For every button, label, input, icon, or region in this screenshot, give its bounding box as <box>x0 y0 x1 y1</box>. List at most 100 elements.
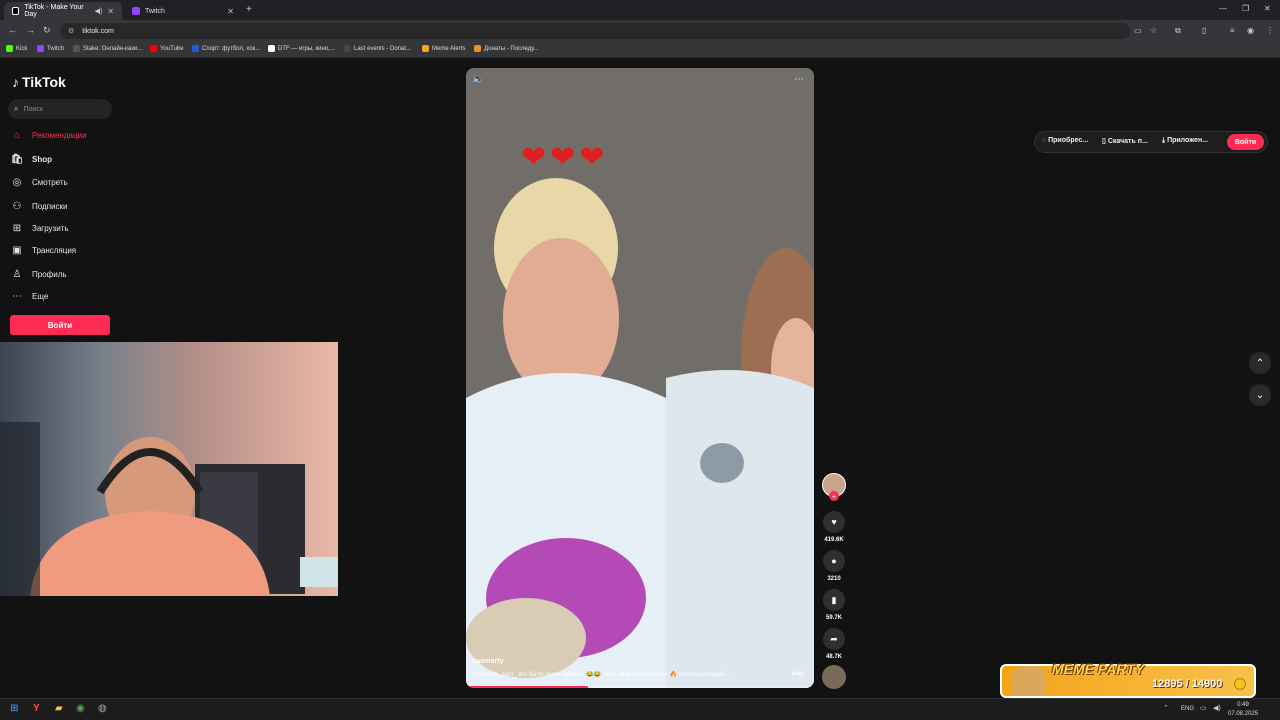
nav-item-more[interactable]: ⋯ Еще <box>10 291 48 302</box>
yandex-browser-icon[interactable]: Y <box>33 703 40 714</box>
speaker-icon[interactable]: ◀) <box>1213 704 1221 712</box>
nav-item-live[interactable]: ▣ Трансляция <box>10 245 76 256</box>
clock[interactable]: 0:49 07.08.2025 <box>1228 701 1258 719</box>
comment-icon: ● <box>823 550 845 572</box>
save-button[interactable]: ▮ 59.7K <box>822 589 846 621</box>
profile-icon[interactable]: ◉ <box>1247 26 1254 35</box>
like-button[interactable]: ♥ 419.6K <box>822 511 846 543</box>
tab-title: Twitch <box>145 7 165 15</box>
youtube-icon <box>150 45 157 52</box>
likes-count: 419.6K <box>824 537 844 543</box>
more-icon: ⋯ <box>12 291 22 302</box>
stake-icon <box>73 45 80 52</box>
bookmark-star-icon[interactable]: ☆ <box>1150 26 1157 35</box>
bookmark-kick[interactable]: Kick <box>6 45 27 52</box>
explore-icon: ◎ <box>12 177 22 188</box>
file-explorer-icon[interactable]: ▰ <box>55 703 63 714</box>
sidebar-icon[interactable]: ▯ <box>1202 26 1206 35</box>
saves-count: 59.7K <box>825 615 842 621</box>
share-icon: ➦ <box>823 628 845 650</box>
video-author[interactable]: nasmorty <box>472 658 504 665</box>
video-progress-fill <box>466 686 588 688</box>
kick-icon <box>6 45 13 52</box>
download-icon: ⤓ <box>1162 137 1166 144</box>
login-top-button[interactable]: Войти <box>1227 134 1264 150</box>
restore-button[interactable]: ❐ <box>1242 4 1249 13</box>
bookmark-youtube[interactable]: YouTube <box>150 45 184 52</box>
share-button[interactable]: ➦ 48.7K <box>822 628 846 660</box>
browser-tab-bar: TikTok - Make Your Day ◀) ✕ Twitch ✕ + —… <box>0 0 1280 20</box>
forward-icon[interactable]: → <box>26 25 35 35</box>
login-button[interactable]: Войти <box>10 315 110 335</box>
extensions-icon[interactable]: ⧉ <box>1175 26 1181 36</box>
twitch-icon <box>37 45 44 52</box>
language-indicator[interactable]: ENG <box>1181 706 1194 712</box>
comments-count: 3210 <box>827 576 841 582</box>
url-input[interactable]: ⚙ tiktok.com <box>60 23 1130 39</box>
windows-start-icon[interactable]: ⊞ <box>10 703 18 714</box>
hearts-sticker: ❤❤❤ <box>521 141 609 174</box>
back-icon[interactable]: ← <box>8 25 17 35</box>
tiktok-favicon-icon <box>12 7 20 15</box>
sound-avatar[interactable] <box>822 665 846 689</box>
more-options-icon[interactable]: ⋯ <box>794 74 804 85</box>
next-video-button[interactable]: ⌄ <box>1249 384 1271 406</box>
new-tab-button[interactable]: + <box>246 4 252 15</box>
tiktok-logo[interactable]: ♪ TikTok <box>12 74 66 90</box>
address-bar-row: ← → ↻ ⚙ tiktok.com ▭ ☆ ⧉ ▯ ≡ ◉ ⋮ <box>0 20 1280 42</box>
close-icon[interactable]: ✕ <box>227 7 234 16</box>
video-progress-bar[interactable] <box>466 686 814 688</box>
monitor-icon[interactable]: ▭ <box>1200 704 1207 712</box>
nav-item-profile[interactable]: ♙ Профиль <box>10 269 67 280</box>
tab-tiktok[interactable]: TikTok - Make Your Day ◀) ✕ <box>4 2 122 20</box>
webcam-overlay <box>0 342 338 596</box>
audio-playing-icon[interactable]: ◀) <box>95 7 103 15</box>
follow-plus-icon[interactable]: + <box>829 491 839 501</box>
meme-party-title: MEME PARTY <box>1052 661 1145 677</box>
close-icon[interactable]: ✕ <box>107 7 114 16</box>
nav-item-following[interactable]: ⚇ Подписки <box>10 201 68 212</box>
chrome-icon[interactable]: ◉ <box>76 703 85 714</box>
nav-item-shop[interactable]: 🛍 Shop <box>10 154 52 165</box>
nav-item-explore[interactable]: ◎ Смотреть <box>10 177 68 188</box>
search-input[interactable]: ⌕ Поиск <box>8 99 112 119</box>
menu-dots-icon[interactable]: ⋮ <box>1266 26 1274 35</box>
nav-item-upload[interactable]: ⊞ Загрузить <box>10 223 69 234</box>
reload-icon[interactable]: ↻ <box>43 25 51 36</box>
twitch-favicon-icon <box>132 7 140 15</box>
volume-icon[interactable]: 🔈 <box>472 74 484 85</box>
tray-overflow-icon[interactable]: ⌃ <box>1163 704 1169 712</box>
description-more-button[interactable]: еще <box>792 671 804 677</box>
nav-item-recommended[interactable]: ⌂ Рекомендации <box>10 130 87 141</box>
bookmark-meme-alerts[interactable]: Meme Alerts <box>422 45 465 52</box>
site-info-icon[interactable]: ⚙ <box>68 27 74 35</box>
following-icon: ⚇ <box>12 201 22 212</box>
bookmark-donations[interactable]: Донаты - Последу... <box>474 45 539 52</box>
bookmark-sport[interactable]: Спорт: футбол, хок... <box>192 45 260 52</box>
bookmark-twitch[interactable]: Twitch <box>37 45 64 52</box>
window-close-button[interactable]: ✕ <box>1264 4 1271 13</box>
app-button[interactable]: ⤓ Приложен... <box>1162 137 1208 145</box>
get-coins-button[interactable]: ◌ Приобрес... <box>1042 137 1088 144</box>
windows-taskbar: ⊞ Y ▰ ◉ ◍ ⌃ ENG ▭ ◀) 0:49 07.08.2025 <box>0 698 1280 720</box>
bookmark-stake[interactable]: Stake: Онлайн-кази... <box>73 45 142 52</box>
bookmark-icon: ▮ <box>823 589 845 611</box>
dtf-icon <box>268 45 275 52</box>
home-icon: ⌂ <box>13 130 21 141</box>
cast-icon[interactable]: ▭ <box>1134 26 1142 35</box>
bookmark-dtf[interactable]: DTF — игры, кино,... <box>268 45 335 52</box>
live-icon: ▣ <box>12 245 22 256</box>
video-player[interactable]: ❤❤❤ 🔈 ⋯ nasmorty @Zhanna_sam_ это было о… <box>466 68 814 688</box>
tab-twitch[interactable]: Twitch ✕ <box>124 2 242 20</box>
bookmark-last-events[interactable]: Last events - Donat... <box>344 45 411 52</box>
previous-video-button[interactable]: ⌃ <box>1249 352 1271 374</box>
media-icon[interactable]: ≡ <box>1230 26 1235 35</box>
minimize-button[interactable]: — <box>1219 4 1227 13</box>
streamer-webcam-image <box>0 342 338 596</box>
chevron-down-icon: ⌄ <box>1255 389 1265 401</box>
steam-icon[interactable]: ◍ <box>98 703 107 714</box>
download-app-button[interactable]: ▯ Скачать п... <box>1102 137 1148 145</box>
coin-icon <box>1234 678 1246 690</box>
comment-button[interactable]: ● 3210 <box>822 550 846 582</box>
meme-party-count: 12895 / 14900 <box>1152 678 1223 690</box>
